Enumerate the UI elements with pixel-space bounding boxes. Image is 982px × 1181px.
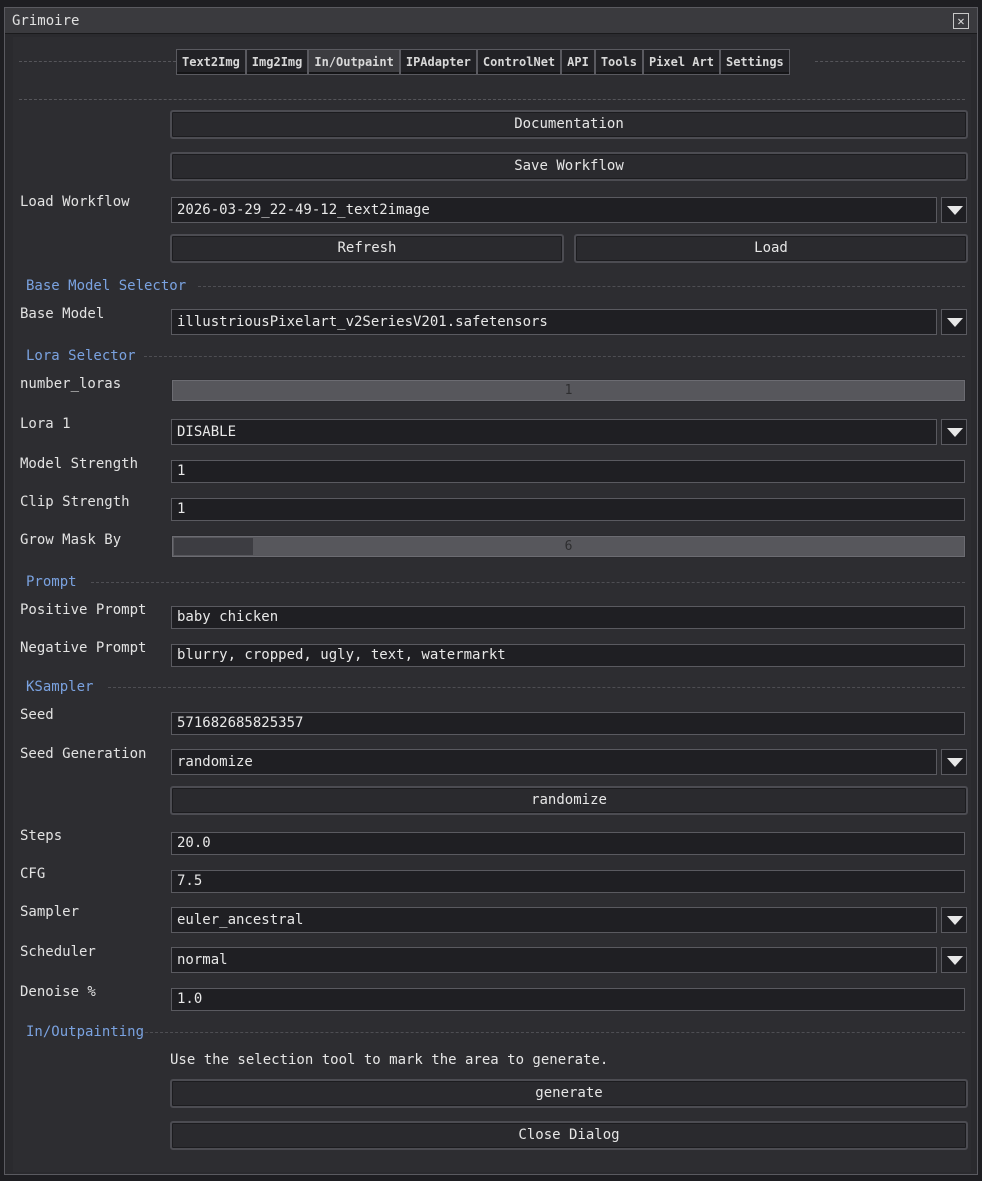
denoise-label: Denoise % xyxy=(20,984,96,1000)
tab-bar: Text2Img Img2Img In/Outpaint IPAdapter Contr… xyxy=(176,49,790,75)
instruction-text: Use the selection tool to mark the area … xyxy=(170,1052,609,1068)
refresh-button[interactable]: Refresh xyxy=(170,234,564,263)
tab-in-outpaint[interactable]: In/Outpaint xyxy=(308,49,400,75)
prompt-section-title: Prompt xyxy=(26,574,77,590)
tab-img2img[interactable]: Img2Img xyxy=(245,49,309,75)
chevron-down-icon[interactable] xyxy=(941,947,967,973)
grow-mask-value: 6 xyxy=(564,539,573,554)
sampler-label: Sampler xyxy=(20,904,80,920)
ksampler-section-title: KSampler xyxy=(26,679,94,695)
cfg-input[interactable]: 7.5 xyxy=(171,870,965,893)
tab-text2img[interactable]: Text2Img xyxy=(176,49,246,75)
tab-controlnet[interactable]: ControlNet xyxy=(476,49,562,75)
base-model-section-title: Base Model Selector xyxy=(26,278,187,294)
lora-1-label: Lora 1 xyxy=(20,416,71,432)
seed-generation-label: Seed Generation xyxy=(20,746,147,762)
close-icon[interactable]: ✕ xyxy=(953,13,969,29)
tab-ipadapter[interactable]: IPAdapter xyxy=(399,49,477,75)
positive-prompt-input[interactable]: baby chicken xyxy=(171,606,965,629)
clip-strength-input[interactable]: 1 xyxy=(171,498,965,521)
inoutpainting-section-title: In/Outpainting xyxy=(26,1024,145,1040)
dialog-body: Text2Img Img2Img In/Outpaint IPAdapter Contr… xyxy=(13,37,971,1172)
window-title: Grimoire xyxy=(12,13,80,29)
cfg-label: CFG xyxy=(20,866,46,882)
load-workflow-label: Load Workflow xyxy=(20,194,130,210)
save-workflow-button[interactable]: Save Workflow xyxy=(170,152,968,181)
clip-strength-label: Clip Strength xyxy=(20,494,130,510)
grow-mask-label: Grow Mask By xyxy=(20,532,122,548)
lora-section-title: Lora Selector xyxy=(26,348,136,364)
tab-api[interactable]: API xyxy=(561,49,595,75)
denoise-input[interactable]: 1.0 xyxy=(171,988,965,1011)
chevron-down-icon[interactable] xyxy=(941,907,967,933)
number-loras-label: number_loras xyxy=(20,376,122,392)
slider-fill xyxy=(174,538,254,555)
base-model-select[interactable]: illustriousPixelart_v2SeriesV201.safeten… xyxy=(171,309,937,335)
grow-mask-slider[interactable]: 6 xyxy=(171,535,966,558)
chevron-down-icon[interactable] xyxy=(941,197,967,223)
seed-input[interactable]: 571682685825357 xyxy=(171,712,965,735)
tab-pixel-art[interactable]: Pixel Art xyxy=(642,49,720,75)
lora-1-select[interactable]: DISABLE xyxy=(171,419,937,445)
negative-prompt-label: Negative Prompt xyxy=(20,640,147,656)
generate-button[interactable]: generate xyxy=(170,1079,968,1108)
tab-settings[interactable]: Settings xyxy=(719,49,790,75)
model-strength-label: Model Strength xyxy=(20,456,139,472)
positive-prompt-label: Positive Prompt xyxy=(20,602,147,618)
sampler-select[interactable]: euler_ancestral xyxy=(171,907,937,933)
chevron-down-icon[interactable] xyxy=(941,419,967,445)
close-dialog-button[interactable]: Close Dialog xyxy=(170,1121,968,1150)
title-bar[interactable]: Grimoire ✕ xyxy=(5,8,977,34)
scheduler-label: Scheduler xyxy=(20,944,96,960)
seed-label: Seed xyxy=(20,707,54,723)
documentation-button[interactable]: Documentation xyxy=(170,110,968,139)
chevron-down-icon[interactable] xyxy=(941,309,967,335)
steps-input[interactable]: 20.0 xyxy=(171,832,965,855)
base-model-label: Base Model xyxy=(20,306,105,322)
scheduler-select[interactable]: normal xyxy=(171,947,937,973)
number-loras-slider[interactable]: 1 xyxy=(171,379,966,402)
load-button[interactable]: Load xyxy=(574,234,968,263)
randomize-button[interactable]: randomize xyxy=(170,786,968,815)
load-workflow-select[interactable]: 2026-03-29_22-49-12_text2image xyxy=(171,197,937,223)
tab-tools[interactable]: Tools xyxy=(594,49,643,75)
chevron-down-icon[interactable] xyxy=(941,749,967,775)
model-strength-input[interactable]: 1 xyxy=(171,460,965,483)
steps-label: Steps xyxy=(20,828,63,844)
negative-prompt-input[interactable]: blurry, cropped, ugly, text, watermarkt xyxy=(171,644,965,667)
grimoire-dialog: Grimoire ✕ Text2Img Img2Img In/Outpaint IPA… xyxy=(4,7,978,1175)
seed-generation-select[interactable]: randomize xyxy=(171,749,937,775)
number-loras-value: 1 xyxy=(564,383,573,398)
